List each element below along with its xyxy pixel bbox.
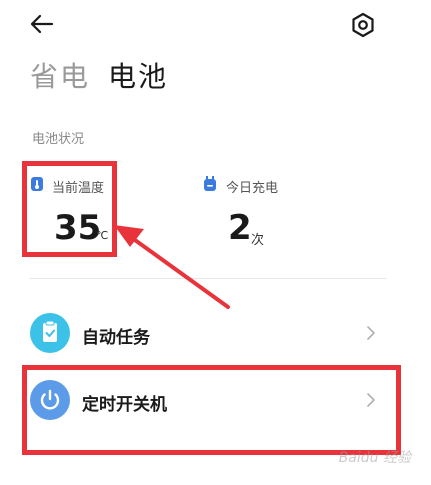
charges-today-label: 今日充电 (226, 181, 279, 196)
tab-battery[interactable]: 电池 (108, 55, 168, 95)
settings-button[interactable] (348, 10, 378, 40)
auto-tasks-label: 自动任务 (82, 328, 150, 348)
chevron-right-icon (367, 326, 375, 340)
gear-icon (352, 12, 374, 38)
watermark: Baidu 经验 (338, 450, 411, 466)
charges-today-unit: 次 (251, 233, 265, 248)
annotation-arrow (114, 225, 230, 309)
battery-status-heading: 电池状况 (32, 132, 85, 147)
clipboard-check-icon (30, 313, 70, 353)
charging-icon (203, 176, 219, 194)
annotation-box-scheduled-power (22, 365, 401, 455)
back-button[interactable] (26, 10, 58, 38)
arrow-left-icon (30, 14, 54, 34)
tab-power-saving[interactable]: 省电 (30, 55, 90, 95)
